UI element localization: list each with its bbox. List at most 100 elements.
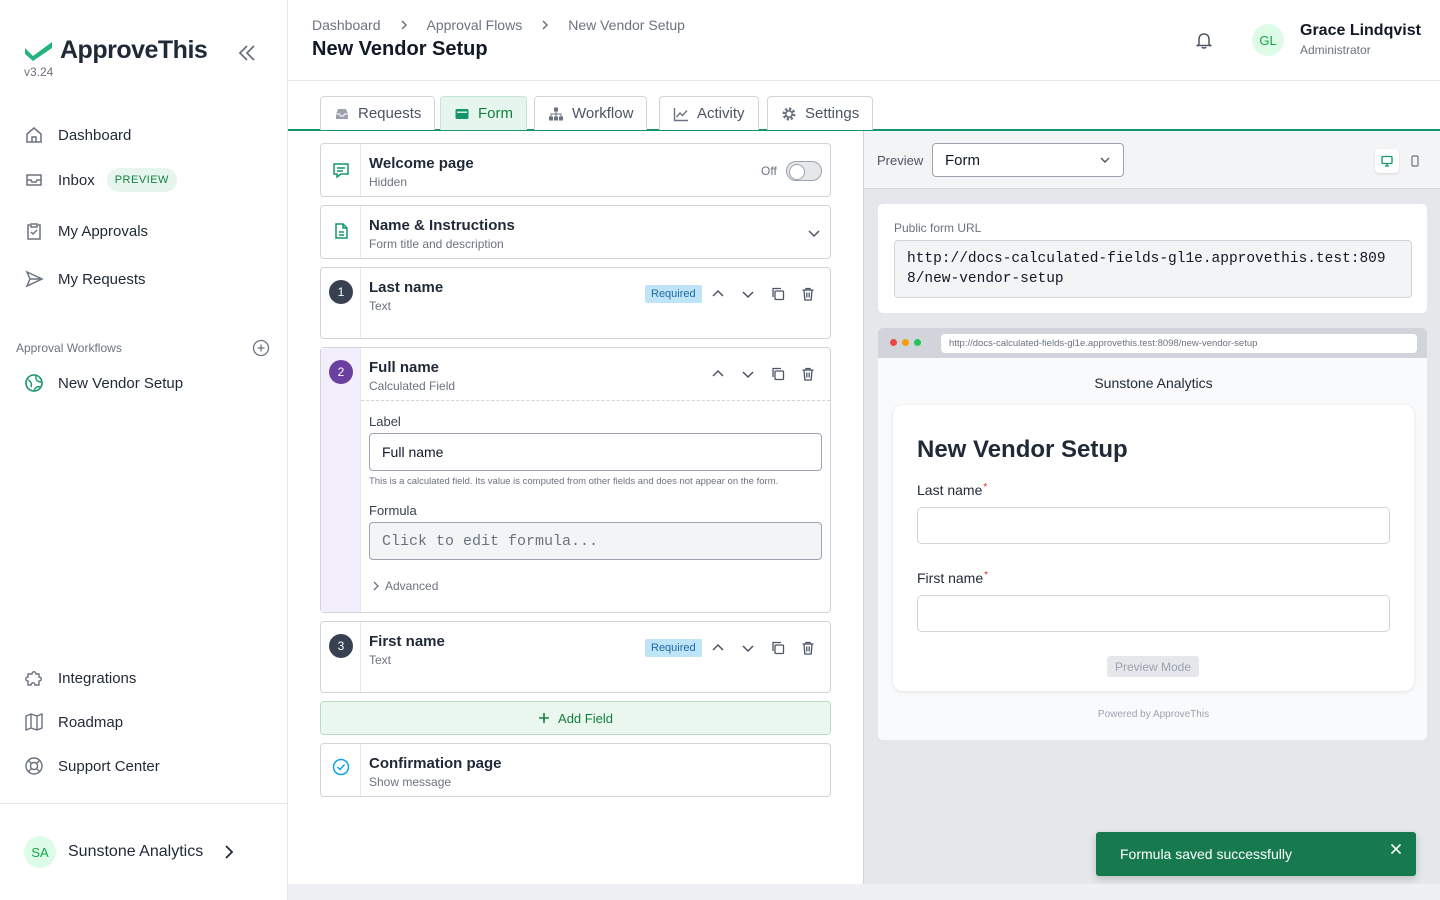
breadcrumb-current: New Vendor Setup <box>568 17 685 33</box>
chevron-down-icon[interactable] <box>806 225 822 241</box>
organization-switcher[interactable]: SA Sunstone Analytics <box>24 836 237 868</box>
label-caption: Label <box>369 414 401 429</box>
preview-label: Preview <box>877 153 924 168</box>
preview-toolbar: Preview Form <box>864 131 1440 189</box>
duplicate-icon[interactable] <box>770 366 786 382</box>
duplicate-icon[interactable] <box>770 286 786 302</box>
public-url-field[interactable]: http://docs-calculated-fields-gl1e.appro… <box>894 240 1412 298</box>
card-subtitle: Hidden <box>369 175 408 189</box>
confirmation-page-card[interactable]: Confirmation page Show message <box>320 743 831 797</box>
approval-workflows-heading: Approval Workflows <box>16 341 122 355</box>
required-badge: Required <box>645 639 702 657</box>
breadcrumb-approval-flows[interactable]: Approval Flows <box>427 17 523 33</box>
sidebar-item-label: Inbox <box>58 171 95 189</box>
trash-icon[interactable] <box>800 640 816 656</box>
home-icon <box>26 127 42 143</box>
move-down-icon[interactable] <box>740 640 756 656</box>
preview-field-label: Last name* <box>917 482 988 498</box>
notification-bell-icon[interactable] <box>1194 30 1214 50</box>
card-rail <box>321 144 361 196</box>
mobile-view-button[interactable] <box>1403 149 1427 173</box>
chevron-right-icon <box>542 20 549 30</box>
sidebar-workflow-new-vendor-setup[interactable]: New Vendor Setup <box>24 373 183 393</box>
card-title: Last name <box>369 279 444 296</box>
field-number: 2 <box>329 360 353 384</box>
trash-icon[interactable] <box>800 366 816 382</box>
welcome-page-card[interactable]: Welcome page Hidden Off <box>320 143 831 197</box>
tab-form[interactable]: Form <box>440 96 527 130</box>
tab-settings[interactable]: Settings <box>767 96 874 130</box>
breadcrumb: Dashboard Approval Flows New Vendor Setu… <box>312 17 685 33</box>
sidebar-item-my-requests[interactable]: My Requests <box>24 269 146 289</box>
preview-first-name-input[interactable] <box>917 595 1390 632</box>
window-maximize-dot <box>914 339 921 346</box>
document-icon <box>335 223 348 239</box>
preview-last-name-input[interactable] <box>917 507 1390 544</box>
move-up-icon[interactable] <box>710 366 726 382</box>
chevron-down-icon <box>1100 157 1110 163</box>
form-icon <box>455 108 469 119</box>
formula-input[interactable]: Click to edit formula... <box>369 522 822 560</box>
user-name: Grace Lindqvist <box>1300 22 1421 39</box>
map-icon <box>25 712 43 732</box>
brand-name: ApproveThis <box>60 36 208 64</box>
preview-form-title: New Vendor Setup <box>917 436 1128 463</box>
tab-workflow[interactable]: Workflow <box>534 96 648 130</box>
preview-org-name: Sunstone Analytics <box>1094 375 1213 391</box>
sidebar: ApproveThis v3.24 Dashboard Inbox PREVIE… <box>0 0 288 900</box>
tab-label: Form <box>478 105 513 122</box>
breadcrumb-dashboard[interactable]: Dashboard <box>312 17 381 33</box>
duplicate-icon[interactable] <box>770 640 786 656</box>
org-avatar: SA <box>24 836 56 868</box>
user-avatar[interactable]: GL <box>1252 24 1284 56</box>
sidebar-item-inbox[interactable]: Inbox PREVIEW <box>24 168 177 192</box>
sidebar-item-roadmap[interactable]: Roadmap <box>24 712 123 732</box>
workflow-icon <box>549 107 563 120</box>
sidebar-item-dashboard[interactable]: Dashboard <box>24 125 131 145</box>
divider <box>361 400 830 401</box>
sidebar-item-support-center[interactable]: Support Center <box>24 756 160 776</box>
mobile-icon <box>1411 155 1419 167</box>
tab-requests[interactable]: Requests <box>320 96 436 130</box>
move-down-icon[interactable] <box>740 286 756 302</box>
field-card-first-name[interactable]: 3 First name Text Required <box>320 621 831 693</box>
calculated-field-help: This is a calculated field. Its value is… <box>369 476 779 487</box>
name-instructions-card[interactable]: Name & Instructions Form title and descr… <box>320 205 831 259</box>
move-up-icon[interactable] <box>710 640 726 656</box>
label-input[interactable]: Full name <box>369 433 822 471</box>
line-chart-icon <box>673 107 688 121</box>
add-field-button[interactable]: Add Field <box>320 701 831 735</box>
advanced-toggle[interactable]: Advanced <box>371 579 438 593</box>
move-down-icon[interactable] <box>740 366 756 382</box>
add-field-label: Add Field <box>558 710 613 726</box>
card-subtitle: Form title and description <box>369 237 504 251</box>
org-name: Sunstone Analytics <box>68 843 204 860</box>
card-rail: 3 <box>321 622 361 692</box>
preview-field-label: First name* <box>917 570 989 586</box>
sidebar-item-integrations[interactable]: Integrations <box>24 668 136 688</box>
collapse-sidebar-icon[interactable] <box>236 42 258 64</box>
sidebar-item-my-approvals[interactable]: My Approvals <box>24 221 148 241</box>
preview-select[interactable]: Form <box>932 143 1124 177</box>
desktop-view-button[interactable] <box>1375 149 1399 173</box>
brand[interactable]: ApproveThis <box>24 36 208 65</box>
puzzle-icon <box>25 671 42 686</box>
gear-icon <box>782 107 796 120</box>
tab-activity[interactable]: Activity <box>659 96 759 130</box>
sidebar-item-label: Dashboard <box>58 126 132 144</box>
tab-label: Requests <box>358 105 422 122</box>
tab-label: Workflow <box>572 105 634 122</box>
close-icon[interactable] <box>1388 841 1404 857</box>
success-toast: Formula saved successfully <box>1096 832 1416 876</box>
page-title: New Vendor Setup <box>312 38 488 60</box>
move-up-icon[interactable] <box>710 286 726 302</box>
welcome-page-toggle[interactable] <box>786 161 822 181</box>
add-workflow-icon[interactable] <box>252 339 270 357</box>
advanced-label: Advanced <box>385 579 439 593</box>
field-card-last-name[interactable]: 1 Last name Text Required <box>320 267 831 339</box>
card-rail: 1 <box>321 268 361 338</box>
tab-label: Activity <box>697 105 745 122</box>
trash-icon[interactable] <box>800 286 816 302</box>
card-title: Name & Instructions <box>369 217 515 234</box>
field-card-full-name[interactable]: 2 Full name Calculated Field Label Full … <box>320 347 831 613</box>
